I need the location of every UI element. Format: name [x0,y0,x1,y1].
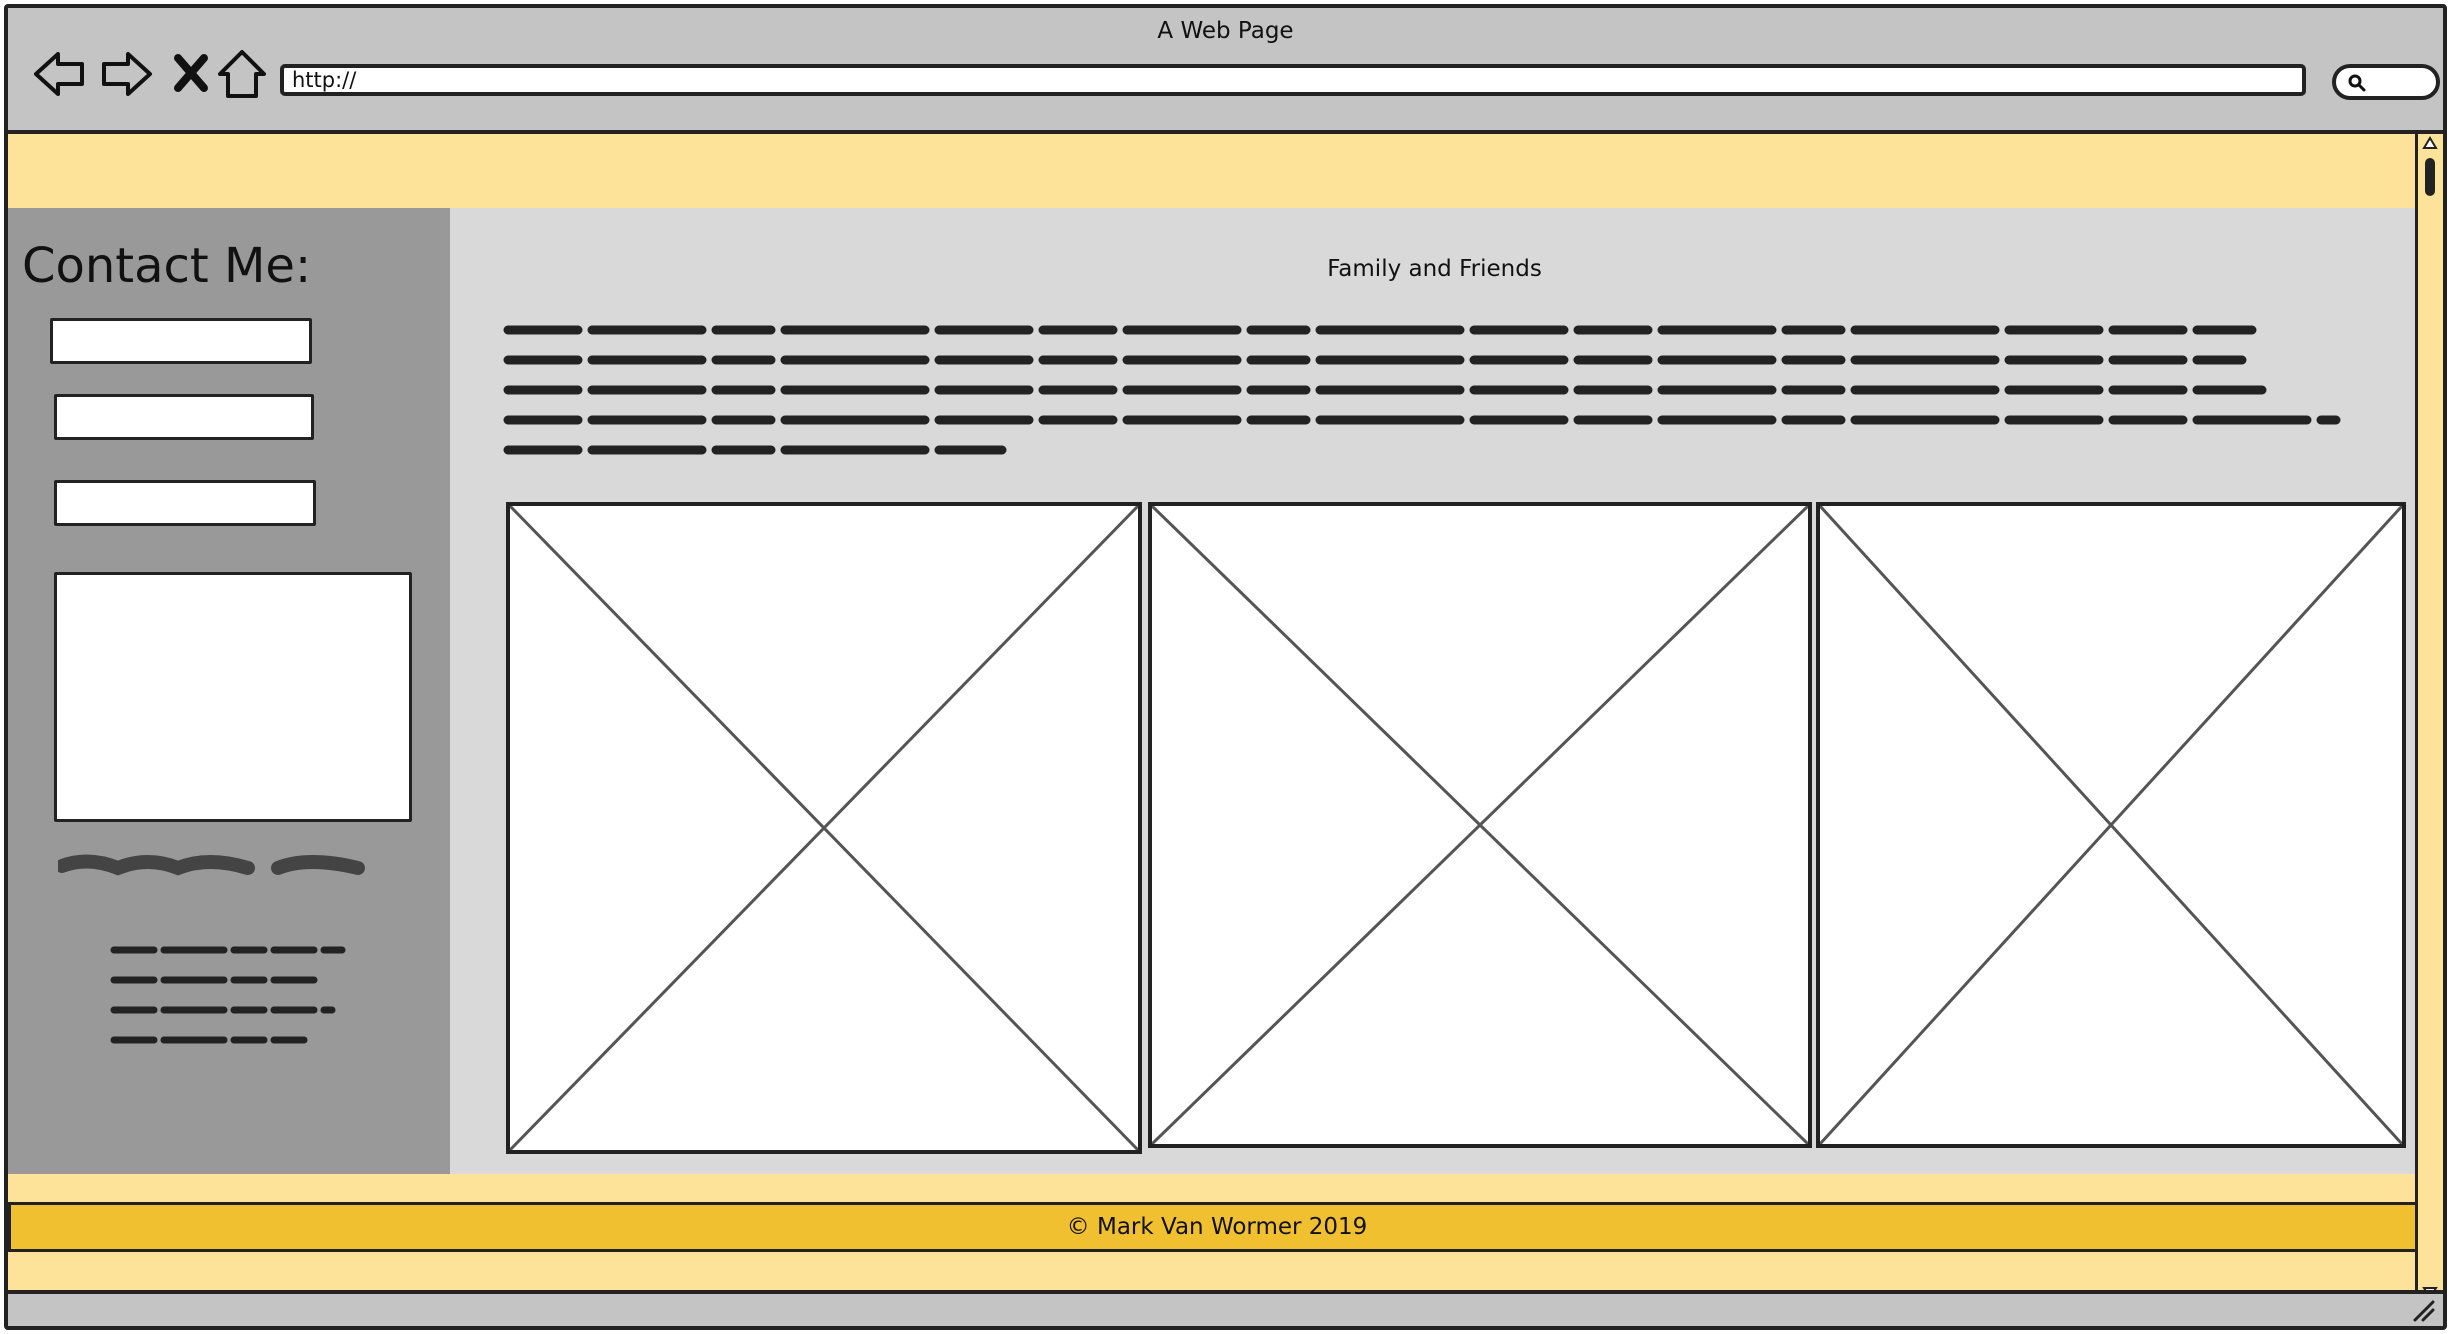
close-icon [174,54,208,92]
resize-grip-icon[interactable] [2411,1298,2437,1322]
page-heading: Family and Friends [1327,256,1542,282]
contact-sidebar: Contact Me: [8,208,450,1174]
browser-toolbar: A Web Page http:// [8,8,2443,134]
page-footer: © Mark Van Wormer 2019 [8,1202,2426,1252]
image-placeholder-icon [510,506,1138,1150]
contact-email-field[interactable] [54,394,314,440]
browser-window: A Web Page http:// Contact Me: Family an… [4,4,2447,1330]
back-button[interactable] [32,46,88,102]
url-input[interactable]: http:// [280,64,2306,96]
forward-button[interactable] [98,46,154,102]
image-placeholder-1 [506,502,1142,1154]
submit-button[interactable] [58,848,368,884]
contact-message-field[interactable] [54,572,412,822]
search-icon [2348,74,2366,92]
status-bar [8,1290,2443,1326]
stop-button[interactable] [164,46,220,102]
arrow-right-icon [102,52,152,96]
contact-name-field[interactable] [50,318,312,364]
vertical-scrollbar[interactable] [2415,134,2443,1302]
window-title: A Web Page [1157,18,1294,44]
image-placeholder-2 [1148,502,1812,1148]
image-placeholder-icon [1820,506,2402,1144]
contact-info-text [110,946,346,1044]
image-placeholder-3 [1816,502,2406,1148]
home-icon [218,50,266,98]
search-input[interactable] [2332,64,2440,100]
body-paragraph [503,325,2341,455]
scroll-thumb[interactable] [2425,158,2435,196]
scroll-up-icon[interactable] [2422,136,2438,150]
main-content: Family and Friends [450,208,2419,1174]
home-button[interactable] [214,46,270,102]
sidebar-title: Contact Me: [22,238,312,294]
contact-subject-field[interactable] [54,480,316,526]
arrow-left-icon [34,52,84,96]
image-placeholder-icon [1152,506,1808,1144]
